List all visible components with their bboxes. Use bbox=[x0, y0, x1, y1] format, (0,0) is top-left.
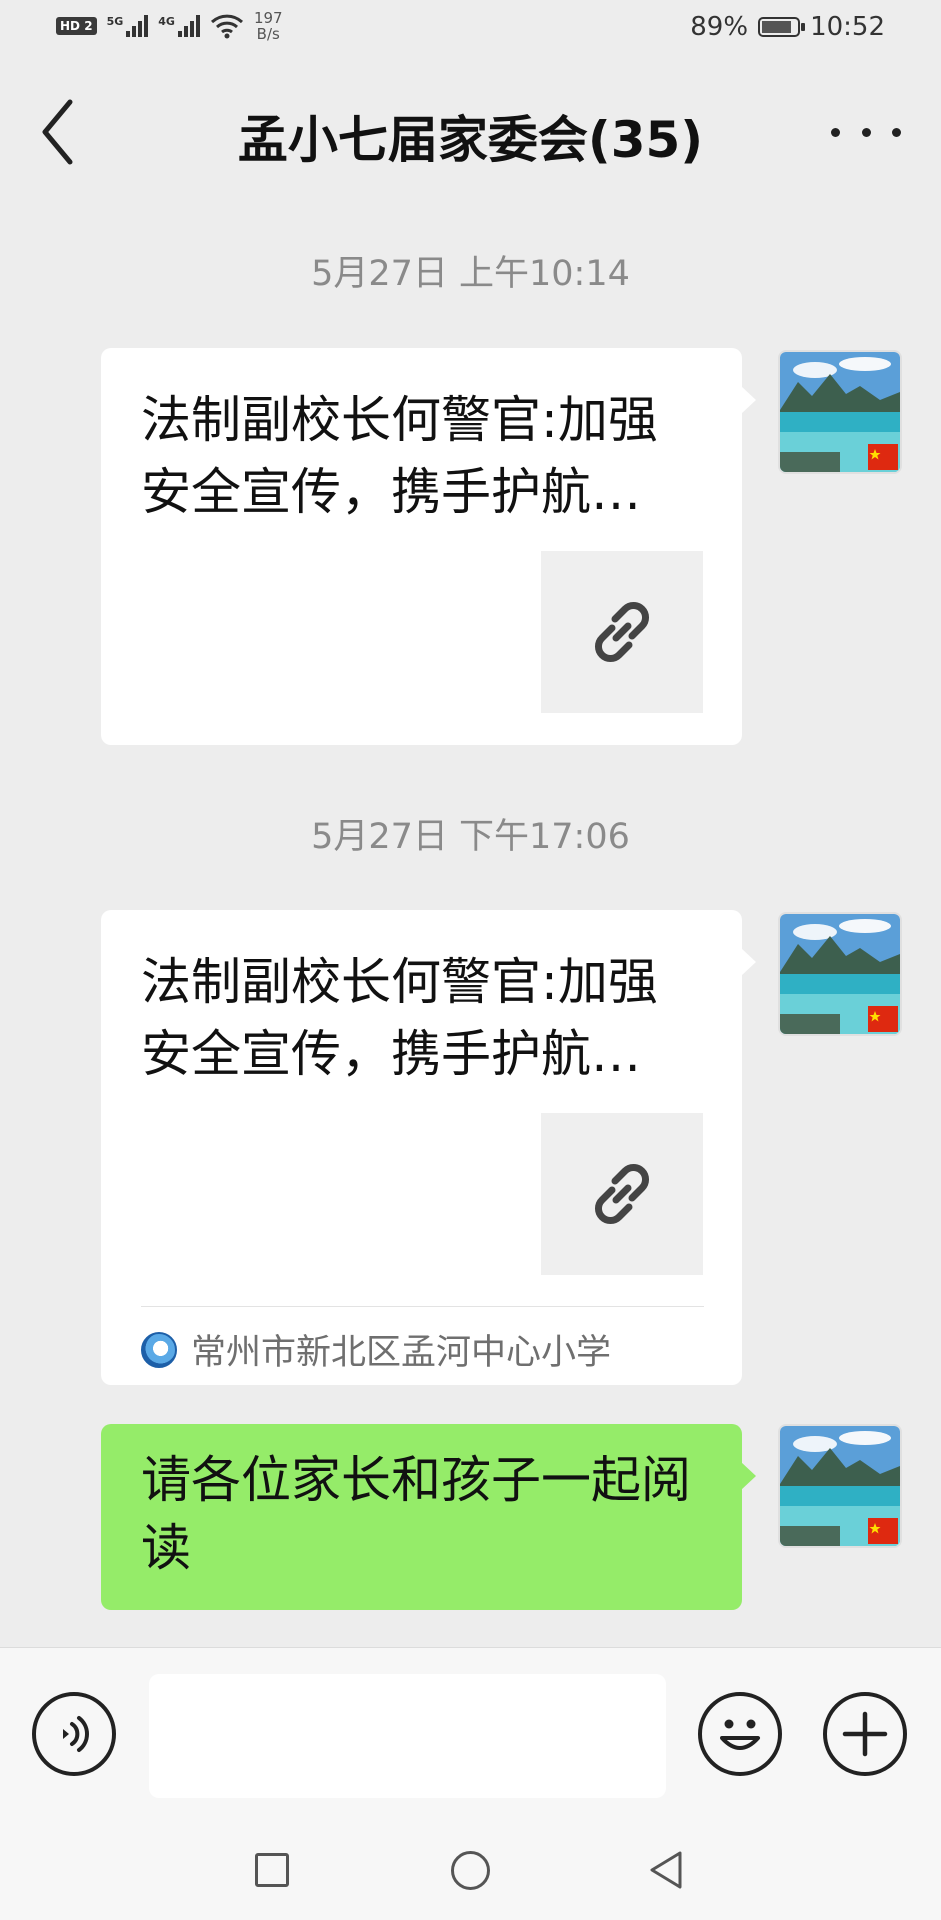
network-speed: 197 B/s bbox=[254, 10, 283, 42]
source-name: 常州市新北区孟河中心小学 bbox=[191, 1333, 612, 1373]
triangle-back-icon[interactable] bbox=[646, 1849, 686, 1891]
net-label-5g: 5G bbox=[106, 15, 124, 28]
source-row: 常州市新北区孟河中心小学 bbox=[141, 1324, 611, 1375]
signal-5g: 5G bbox=[107, 15, 149, 37]
hd-badge: HD 2 bbox=[56, 17, 97, 35]
battery-fill bbox=[762, 21, 792, 33]
link-card-message[interactable]: 法制副校长何警官:加强安全宣传，携手护航… bbox=[101, 348, 756, 745]
avatar[interactable] bbox=[778, 350, 902, 474]
link-card-title: 法制副校长何警官:加强安全宣传，携手护航… bbox=[141, 391, 658, 521]
school-logo-icon bbox=[141, 1331, 177, 1368]
input-bar bbox=[0, 1647, 941, 1822]
message-timestamp: 5月27日 下午17:06 bbox=[311, 817, 630, 857]
link-card-title: 法制副校长何警官:加强安全宣传，携手护航… bbox=[141, 953, 658, 1083]
clock: 10:52 bbox=[810, 12, 885, 42]
status-left: HD 2 5G 4G 197 B/s bbox=[56, 10, 283, 42]
battery-icon bbox=[758, 17, 806, 37]
emoji-icon bbox=[720, 1719, 760, 1750]
hd-badge-text: HD bbox=[60, 19, 81, 33]
link-icon bbox=[595, 602, 649, 662]
landscape-avatar-icon bbox=[780, 1426, 900, 1546]
chat-title: 孟小七届家委会(35) bbox=[237, 111, 704, 169]
net-label-4g: 4G bbox=[158, 15, 175, 28]
plus-icon bbox=[842, 1711, 888, 1757]
avatar[interactable] bbox=[778, 1424, 902, 1548]
signal-4g: 4G bbox=[158, 15, 200, 37]
link-thumbnail bbox=[541, 1113, 703, 1275]
circle-home-icon[interactable] bbox=[451, 1851, 490, 1890]
link-thumbnail bbox=[541, 551, 703, 713]
signal-bars-icon bbox=[126, 15, 149, 37]
link-icon bbox=[595, 1164, 649, 1224]
more-dots-icon bbox=[831, 127, 840, 137]
text-message-bubble[interactable]: 请各位家长和孩子一起阅读 bbox=[101, 1424, 756, 1610]
battery-percent: 89% bbox=[690, 12, 749, 42]
message-timestamp: 5月27日 上午10:14 bbox=[311, 254, 630, 294]
signal-bars-icon bbox=[177, 15, 200, 37]
sim-badge-text: 2 bbox=[84, 19, 93, 33]
voice-button[interactable] bbox=[32, 1692, 116, 1776]
avatar[interactable] bbox=[778, 912, 902, 1036]
system-nav-bar bbox=[0, 1821, 941, 1920]
speed-unit: B/s bbox=[256, 25, 280, 43]
plus-button[interactable] bbox=[823, 1692, 907, 1776]
card-divider bbox=[141, 1306, 704, 1307]
message-input[interactable] bbox=[149, 1674, 666, 1798]
wifi-icon bbox=[210, 14, 243, 39]
status-right: 89% 10:52 bbox=[690, 12, 885, 42]
chat-header: 孟小七届家委会(35) bbox=[0, 62, 941, 207]
square-recent-icon[interactable] bbox=[255, 1853, 289, 1887]
landscape-avatar-icon bbox=[780, 352, 900, 472]
more-button[interactable] bbox=[831, 112, 901, 152]
link-card-message[interactable]: 法制副校长何警官:加强安全宣传，携手护航… 常州市新北区孟河中心小学 bbox=[101, 910, 756, 1385]
emoji-button[interactable] bbox=[698, 1692, 782, 1776]
message-text: 请各位家长和孩子一起阅读 bbox=[141, 1451, 691, 1577]
status-bar: HD 2 5G 4G 197 B/s 89% 10:52 bbox=[0, 0, 941, 62]
landscape-avatar-icon bbox=[780, 914, 900, 1034]
voice-icon bbox=[63, 1716, 89, 1752]
